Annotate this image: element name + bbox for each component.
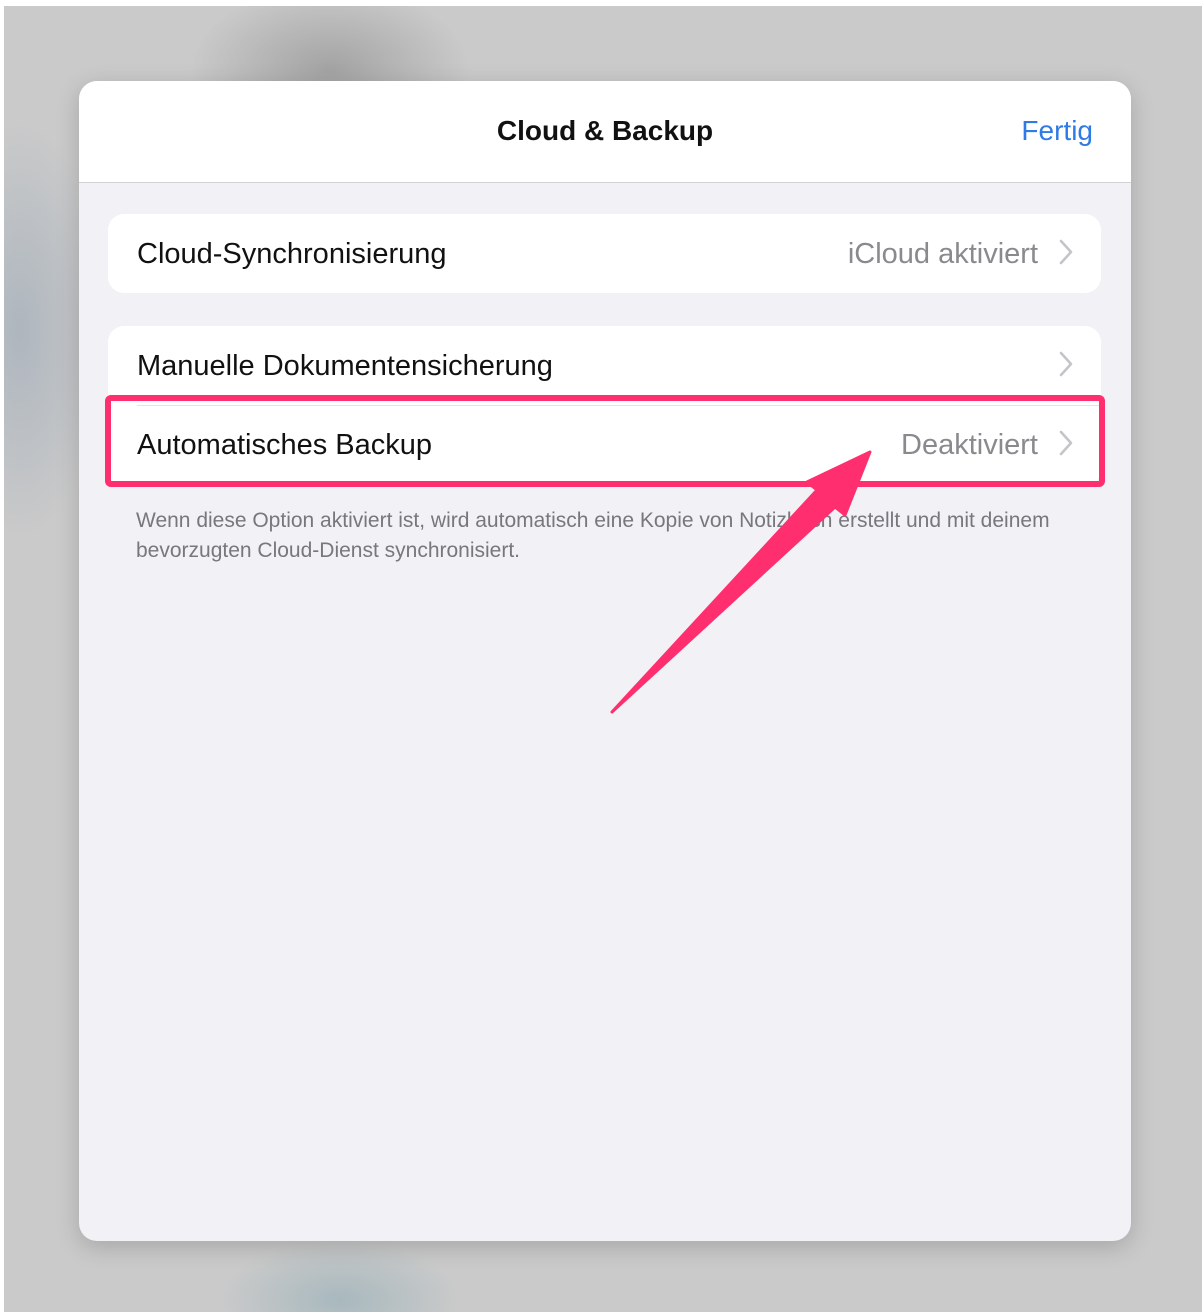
chevron-right-icon (1059, 239, 1073, 265)
auto-backup-row[interactable]: Automatisches Backup Deaktiviert (108, 405, 1101, 484)
auto-backup-value: Deaktiviert (901, 429, 1038, 461)
cloud-sync-value: iCloud aktiviert (847, 238, 1038, 270)
manual-backup-row[interactable]: Manuelle Dokumentensicherung (108, 326, 1101, 405)
screenshot-border-left (0, 0, 4, 1312)
done-button[interactable]: Fertig (1021, 115, 1093, 147)
cloud-backup-sheet: Cloud & Backup Fertig Cloud-Synchronisie… (79, 81, 1131, 1241)
auto-backup-footer-text: Wenn diese Option aktiviert ist, wird au… (136, 509, 1050, 562)
chevron-right-icon (1059, 430, 1073, 456)
cloud-sync-row[interactable]: Cloud-Synchronisierung iCloud aktiviert (108, 214, 1101, 293)
manual-backup-label: Manuelle Dokumentensicherung (137, 350, 553, 382)
chevron-right-icon (1059, 351, 1073, 377)
navigation-bar: Cloud & Backup Fertig (79, 81, 1131, 183)
screenshot-border-top (0, 0, 1202, 6)
auto-backup-label: Automatisches Backup (137, 429, 432, 461)
settings-group-backup: Manuelle Dokumentensicherung Automatisch… (108, 326, 1101, 486)
page-title: Cloud & Backup (496, 115, 714, 146)
settings-group-sync: Cloud-Synchronisierung iCloud aktiviert (108, 214, 1101, 293)
cloud-sync-label: Cloud-Synchronisierung (137, 238, 447, 270)
